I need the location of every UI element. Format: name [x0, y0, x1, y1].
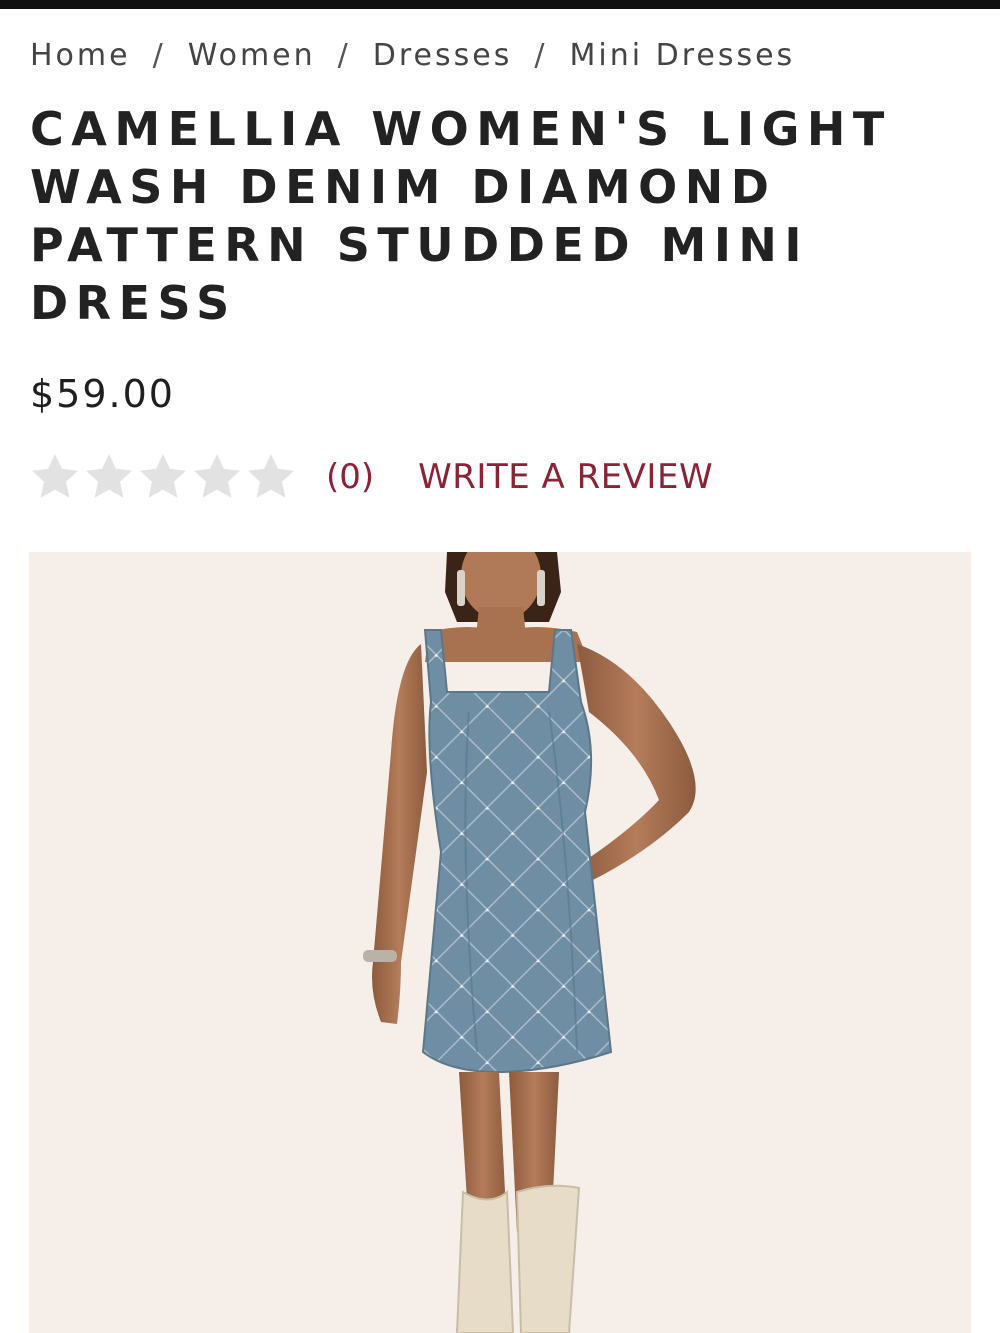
review-count[interactable]: (0) [326, 457, 374, 497]
breadcrumb-separator: / [152, 38, 166, 73]
top-bar [0, 0, 1000, 9]
breadcrumb-mini-dresses[interactable]: Mini Dresses [569, 38, 795, 73]
star-rating[interactable] [28, 450, 298, 504]
breadcrumb-women[interactable]: Women [188, 38, 316, 73]
breadcrumb-dresses[interactable]: Dresses [373, 38, 513, 73]
star-icon [28, 450, 82, 504]
breadcrumb: Home / Women / Dresses / Mini Dresses [30, 38, 795, 73]
write-review-link[interactable]: WRITE A REVIEW [418, 457, 713, 497]
star-icon [244, 450, 298, 504]
breadcrumb-home[interactable]: Home [30, 38, 131, 73]
product-price: $59.00 [30, 372, 175, 416]
product-title: CAMELLIA WOMEN'S LIGHT WASH DENIM DIAMON… [30, 102, 892, 330]
star-icon [136, 450, 190, 504]
star-icon [190, 450, 244, 504]
breadcrumb-separator: / [534, 38, 548, 73]
rating-row: (0) WRITE A REVIEW [28, 448, 713, 506]
star-icon [82, 450, 136, 504]
model-illustration [363, 552, 696, 1333]
product-image[interactable] [29, 552, 971, 1333]
breadcrumb-separator: / [337, 38, 351, 73]
